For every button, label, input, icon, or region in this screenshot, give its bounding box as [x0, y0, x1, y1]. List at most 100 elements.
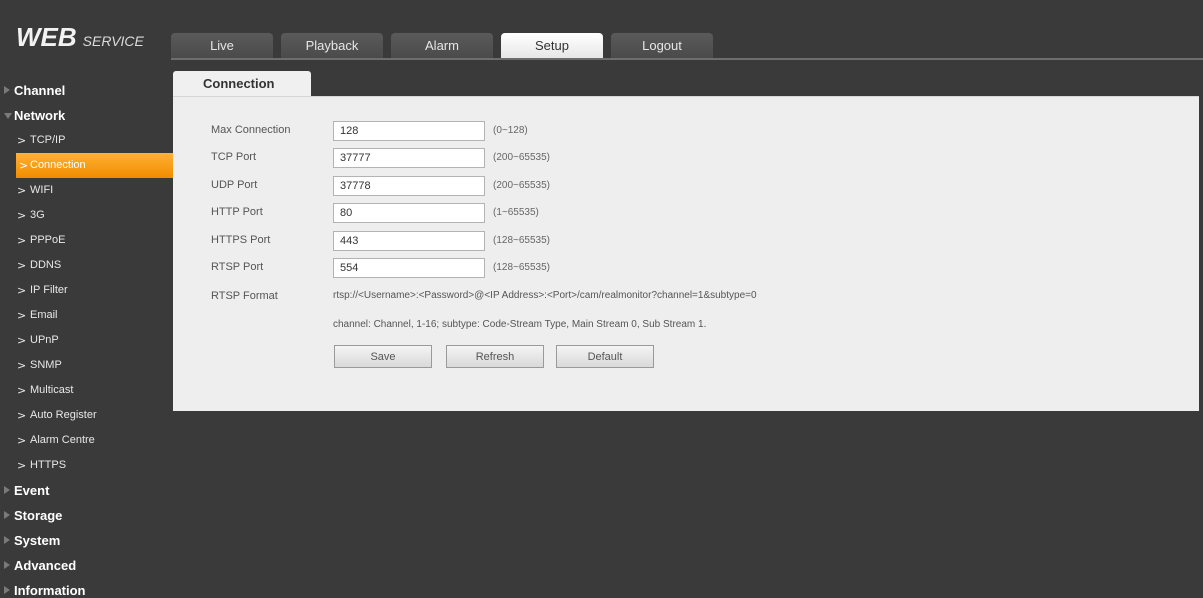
collapsed-triangle-icon — [4, 586, 10, 594]
refresh-button[interactable]: Refresh — [446, 345, 544, 368]
sidebar-item-upnp[interactable]: > UPnP — [0, 328, 170, 353]
sidebar-item-wifi[interactable]: > WIFI — [0, 178, 170, 203]
sidebar-item-label: 3G — [30, 209, 45, 221]
field-label: RTSP Port — [211, 261, 264, 273]
collapsed-triangle-icon — [4, 511, 10, 519]
udp-port-input[interactable] — [333, 176, 485, 196]
field-label: UDP Port — [211, 179, 258, 191]
tab-alarm[interactable]: Alarm — [391, 33, 493, 59]
app-window: WEB SERVICE Live Playback Alarm Setup Log… — [0, 0, 1203, 598]
stream-note: channel: Channel, 1-16; subtype: Code-St… — [333, 319, 707, 330]
sidebar-item-label: IP Filter — [30, 284, 68, 296]
sidebar-item-label: WIFI — [30, 184, 54, 196]
tab-bar-divider — [171, 58, 1203, 60]
collapsed-triangle-icon — [4, 86, 10, 94]
sidebar-cat-label: Channel — [14, 83, 66, 98]
sidebar-item-connection[interactable]: > Connection — [16, 153, 180, 178]
tab-logout[interactable]: Logout — [611, 33, 713, 59]
range-hint: (200~65535) — [493, 152, 550, 163]
form-row-rtsp-port: RTSP Port (128~65535) — [211, 258, 1111, 280]
sidebar-item-label: SNMP — [30, 359, 62, 371]
sidebar-item-3g[interactable]: > 3G — [0, 203, 170, 228]
sidebar-item-label: HTTPS — [30, 459, 67, 471]
tab-playback[interactable]: Playback — [281, 33, 383, 59]
sidebar-item-auto-register[interactable]: > Auto Register — [0, 403, 170, 428]
chevron-right-icon: > — [17, 284, 27, 297]
sidebar-item-ddns[interactable]: > DDNS — [0, 253, 170, 278]
logo-main: WEB — [16, 22, 77, 52]
content-tab-connection[interactable]: Connection — [173, 71, 311, 96]
https-port-input[interactable] — [333, 231, 485, 251]
chevron-right-icon: > — [17, 134, 27, 147]
tcp-port-input[interactable] — [333, 148, 485, 168]
max-connection-input[interactable] — [333, 121, 485, 141]
sidebar-cat-label: Storage — [14, 508, 63, 523]
chevron-right-icon: > — [17, 184, 27, 197]
field-label: HTTPS Port — [211, 234, 271, 246]
chevron-right-icon: > — [17, 384, 27, 397]
sidebar-item-label: TCP/IP — [30, 134, 66, 146]
sidebar-cat-network[interactable]: Network — [0, 103, 170, 128]
sidebar-cat-channel[interactable]: Channel — [0, 78, 170, 103]
chevron-right-icon: > — [17, 359, 27, 372]
chevron-right-icon: > — [17, 334, 27, 347]
form-row-https-port: HTTPS Port (128~65535) — [211, 231, 1111, 253]
sidebar-cat-label: System — [14, 533, 61, 548]
sidebar-item-snmp[interactable]: > SNMP — [0, 353, 170, 378]
chevron-right-icon: > — [17, 309, 27, 322]
sidebar-cat-storage[interactable]: Storage — [0, 503, 170, 528]
field-label: Max Connection — [211, 124, 291, 136]
chevron-right-icon: > — [17, 234, 27, 247]
save-button[interactable]: Save — [334, 345, 432, 368]
sidebar-cat-label: Advanced — [14, 558, 77, 573]
sidebar-cat-system[interactable]: System — [0, 528, 170, 553]
sidebar-item-label: PPPoE — [30, 234, 66, 246]
form-row-rtsp-format: RTSP Format rtsp://<Username>:<Password>… — [211, 287, 1111, 309]
form-row-tcp-port: TCP Port (200~65535) — [211, 148, 1111, 170]
sidebar-item-label: DDNS — [30, 259, 62, 271]
default-button[interactable]: Default — [556, 345, 654, 368]
field-label: HTTP Port — [211, 206, 263, 218]
range-hint: (1~65535) — [493, 207, 539, 218]
sidebar-cat-event[interactable]: Event — [0, 478, 170, 503]
sidebar-cat-label: Information — [14, 583, 86, 598]
sidebar-item-ip-filter[interactable]: > IP Filter — [0, 278, 170, 303]
rtsp-format-value: rtsp://<Username>:<Password>@<IP Address… — [333, 290, 757, 301]
logo: WEB SERVICE — [16, 22, 144, 53]
range-hint: (128~65535) — [493, 235, 550, 246]
sidebar-item-alarm-centre[interactable]: > Alarm Centre — [0, 428, 170, 453]
tab-setup[interactable]: Setup — [501, 33, 603, 59]
collapsed-triangle-icon — [4, 561, 10, 569]
http-port-input[interactable] — [333, 203, 485, 223]
chevron-right-icon: > — [17, 209, 27, 222]
sidebar-item-label: Multicast — [30, 384, 74, 396]
field-label: TCP Port — [211, 151, 257, 163]
sidebar-item-multicast[interactable]: > Multicast — [0, 378, 170, 403]
form-row-max-connection: Max Connection (0~128) — [211, 121, 1111, 143]
sidebar-cat-information[interactable]: Information — [0, 578, 170, 598]
sidebar-item-label: Auto Register — [30, 409, 97, 421]
field-label: RTSP Format — [211, 290, 278, 302]
form-row-udp-port: UDP Port (200~65535) — [211, 176, 1111, 198]
range-hint: (128~65535) — [493, 262, 550, 273]
rtsp-port-input[interactable] — [333, 258, 485, 278]
chevron-right-icon: > — [19, 159, 29, 172]
logo-sub: SERVICE — [82, 33, 144, 49]
sidebar-item-email[interactable]: > Email — [0, 303, 170, 328]
collapsed-triangle-icon — [4, 486, 10, 494]
sidebar-item-https[interactable]: > HTTPS — [0, 453, 170, 478]
sidebar-item-label: Email — [30, 309, 58, 321]
chevron-right-icon: > — [17, 409, 27, 422]
sidebar-item-tcpip[interactable]: > TCP/IP — [0, 128, 170, 153]
chevron-right-icon: > — [17, 259, 27, 272]
range-hint: (200~65535) — [493, 180, 550, 191]
sidebar: Channel Network > TCP/IP > Connection > … — [0, 78, 180, 598]
sidebar-cat-label: Network — [14, 108, 66, 123]
tab-live[interactable]: Live — [171, 33, 273, 59]
collapsed-triangle-icon — [4, 536, 10, 544]
sidebar-item-pppoe[interactable]: > PPPoE — [0, 228, 170, 253]
form-row-http-port: HTTP Port (1~65535) — [211, 203, 1111, 225]
chevron-right-icon: > — [17, 434, 27, 447]
sidebar-cat-advanced[interactable]: Advanced — [0, 553, 170, 578]
range-hint: (0~128) — [493, 125, 528, 136]
